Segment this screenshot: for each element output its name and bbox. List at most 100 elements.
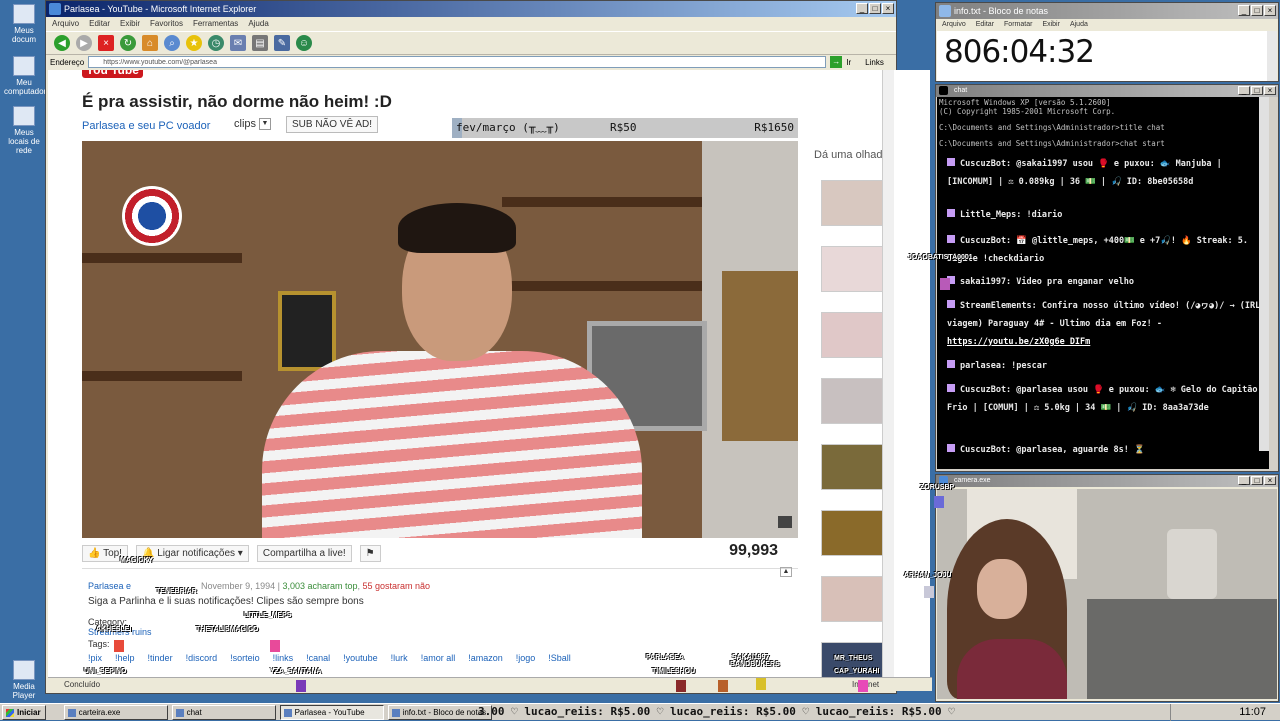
menu-help[interactable]: Ajuda xyxy=(248,17,268,31)
go-label[interactable]: Ir xyxy=(846,58,851,67)
address-label: Endereço xyxy=(50,57,85,67)
address-input[interactable] xyxy=(88,56,827,68)
related-video-thumbnail[interactable] xyxy=(821,576,883,622)
cmd-scrollbar[interactable] xyxy=(1259,97,1269,451)
uploader-link[interactable]: Parlasea e xyxy=(88,581,131,591)
menu-edit[interactable]: Editar xyxy=(976,19,994,30)
desktop-icon-mediaplayer[interactable]: Media Player xyxy=(4,660,44,700)
tag[interactable]: !amazon xyxy=(468,653,503,663)
desktop-icon-computer[interactable]: Meu computador xyxy=(4,56,46,96)
tag[interactable]: !links xyxy=(273,653,294,663)
overlay-username: BANDBUKERS xyxy=(730,661,780,668)
tag[interactable]: !lurk xyxy=(391,653,408,663)
flag-icon[interactable]: ⚑ xyxy=(359,544,381,562)
taskbar: Iniciar carteira.exe chat Parlasea - You… xyxy=(0,703,1280,721)
related-video-thumbnail[interactable] xyxy=(821,510,883,556)
maximize-button[interactable]: □ xyxy=(1251,5,1263,16)
related-video-thumbnail[interactable] xyxy=(821,180,883,226)
tag[interactable]: !sorteio xyxy=(230,653,260,663)
menu-favorites[interactable]: Favoritos xyxy=(150,17,183,31)
tag[interactable]: !tinder xyxy=(148,653,173,663)
maximize-button[interactable]: □ xyxy=(1251,86,1263,95)
chat-link[interactable]: https://youtu.be/zX0g6e_DIFm xyxy=(947,337,1090,347)
related-video-thumbnail[interactable] xyxy=(821,378,883,424)
tag[interactable]: !discord xyxy=(186,653,218,663)
tag[interactable]: !youtube xyxy=(343,653,378,663)
description-meta: Parlasea e November 9, 1994 | 3,003 acha… xyxy=(88,581,431,591)
menu-tools[interactable]: Ferramentas xyxy=(193,17,238,31)
menu-format[interactable]: Formatar xyxy=(1004,19,1032,30)
back-icon[interactable]: ◀ xyxy=(54,35,70,51)
menu-view[interactable]: Exibir xyxy=(1042,19,1060,30)
start-button[interactable]: Iniciar xyxy=(2,704,46,720)
cmd-titlebar[interactable]: chat _ □ × xyxy=(936,85,1278,97)
pixel-avatar-sprite xyxy=(924,586,934,598)
minimize-button[interactable]: _ xyxy=(856,3,868,14)
menu-edit[interactable]: Editar xyxy=(89,17,110,31)
minimize-button[interactable]: _ xyxy=(1238,5,1250,16)
notepad-titlebar[interactable]: info.txt - Bloco de notas _ □ × xyxy=(936,3,1278,19)
cmd-title: chat xyxy=(954,87,968,94)
favorites-icon[interactable]: ★ xyxy=(186,35,202,51)
messenger-icon[interactable]: ☺ xyxy=(296,35,312,51)
task-notepad[interactable]: info.txt - Bloco de notas xyxy=(387,704,492,720)
video-player[interactable] xyxy=(82,141,798,538)
go-button[interactable]: → xyxy=(830,56,843,68)
ie-titlebar[interactable]: Parlasea - YouTube - Microsoft Internet … xyxy=(46,1,896,17)
edit-icon[interactable]: ✎ xyxy=(274,35,290,51)
task-youtube[interactable]: Parlasea - YouTube xyxy=(279,704,384,720)
sub-button[interactable]: SUB NÃO VÊ AD! xyxy=(286,116,379,133)
related-video-thumbnail[interactable] xyxy=(821,444,883,490)
camera-titlebar[interactable]: camera.exe _ □ × xyxy=(936,475,1278,487)
chat-bullet-icon xyxy=(947,444,955,452)
related-video-thumbnail[interactable] xyxy=(821,246,883,292)
maximize-button[interactable]: □ xyxy=(1251,476,1263,485)
related-video-thumbnail[interactable] xyxy=(821,312,883,358)
print-icon[interactable]: ▤ xyxy=(252,35,268,51)
forward-icon[interactable]: ▶ xyxy=(76,35,92,51)
youtube-logo[interactable]: You Tube xyxy=(82,70,143,78)
history-icon[interactable]: ◷ xyxy=(208,35,224,51)
tag[interactable]: !amor all xyxy=(421,653,456,663)
desktop-icon-network[interactable]: Meus locais de rede xyxy=(4,106,44,155)
tag[interactable]: !help xyxy=(115,653,135,663)
home-icon[interactable]: ⌂ xyxy=(142,35,158,51)
tag[interactable]: !pix xyxy=(88,653,102,663)
ie-scrollbar[interactable] xyxy=(882,70,894,677)
task-chat[interactable]: chat xyxy=(171,704,276,720)
video-actions: 👍 Top! 🔔 Ligar notificações ▾ Compartilh… xyxy=(82,542,798,564)
close-button[interactable]: × xyxy=(1264,476,1276,485)
notepad-scrollbar[interactable] xyxy=(1267,31,1277,81)
collapse-icon[interactable]: ▲ xyxy=(780,567,792,577)
pixel-avatar-sprite xyxy=(676,680,686,692)
task-carteira[interactable]: carteira.exe xyxy=(63,704,168,720)
desktop-icon-documents[interactable]: Meus docum xyxy=(4,4,44,44)
system-tray: 11:07 xyxy=(1170,704,1280,721)
tag[interactable]: !jogo xyxy=(516,653,536,663)
tag[interactable]: !Sball xyxy=(548,653,571,663)
close-button[interactable]: × xyxy=(1264,86,1276,95)
channel-link[interactable]: Parlasea e seu PC voador xyxy=(82,120,210,132)
minimize-button[interactable]: _ xyxy=(1238,476,1250,485)
stop-icon[interactable]: × xyxy=(98,35,114,51)
refresh-icon[interactable]: ↻ xyxy=(120,35,136,51)
minimize-button[interactable]: _ xyxy=(1238,86,1250,95)
likes-count: 3,003 acharam top xyxy=(282,581,358,591)
share-button[interactable]: Compartilha a live! xyxy=(256,544,352,562)
menu-help[interactable]: Ajuda xyxy=(1070,19,1088,30)
search-icon[interactable]: ⌕ xyxy=(164,35,180,51)
fullscreen-icon[interactable] xyxy=(778,516,792,528)
menu-file[interactable]: Arquivo xyxy=(52,17,79,31)
maximize-button[interactable]: □ xyxy=(869,3,881,14)
menu-view[interactable]: Exibir xyxy=(120,17,140,31)
close-button[interactable]: × xyxy=(882,3,894,14)
pixel-avatar-sprite xyxy=(858,680,868,692)
close-button[interactable]: × xyxy=(1264,5,1276,16)
mail-icon[interactable]: ✉ xyxy=(230,35,246,51)
tag[interactable]: !canal xyxy=(306,653,330,663)
links-label[interactable]: Links xyxy=(865,58,884,67)
clips-dropdown[interactable]: clips ▼ xyxy=(234,118,272,130)
menu-file[interactable]: Arquivo xyxy=(942,19,966,30)
uptime-timer: 806:04:32 xyxy=(944,34,1095,70)
ie-menubar: Arquivo Editar Exibir Favoritos Ferramen… xyxy=(46,17,896,31)
